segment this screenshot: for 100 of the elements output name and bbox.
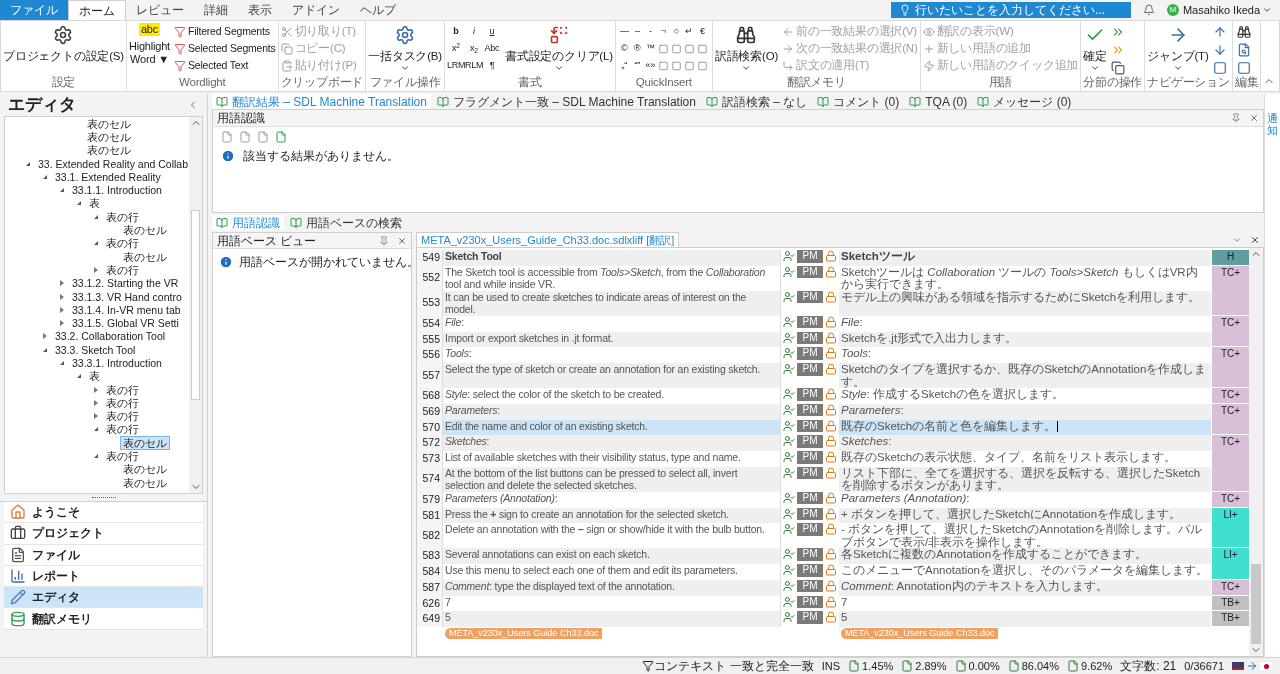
insert-symbol-button[interactable]: ™ [643, 41, 657, 56]
result-tab[interactable]: フラグメント一致 – SDL Machine Translation [432, 94, 700, 109]
menu-tab[interactable]: ファイル [0, 0, 68, 20]
target-text: リスト下部に、全てを選択する、選択を反転する、選択したSketchを削除するボタンがあります。 [841, 466, 1201, 492]
menu-tab[interactable]: アドイン [282, 0, 350, 20]
format-button[interactable]: Abc [482, 40, 501, 57]
ribbon-item[interactable]: Filtered Segments [173, 23, 276, 40]
menu-tab[interactable]: レビュー [126, 0, 194, 20]
segment-row[interactable]: 572 Sketches: PM Sketches: [417, 435, 1211, 451]
nav-item[interactable]: ファイル [4, 544, 203, 566]
tree-item[interactable]: 表 [87, 197, 102, 210]
tree-item[interactable]: 33. Extended Reality and Collab [36, 157, 189, 170]
menu-tab[interactable]: ホーム [68, 0, 126, 20]
ribbon-item[interactable]: Selected Segments [173, 40, 276, 57]
segment-row[interactable]: 574 At the bottom of the list buttons can be pressed to select all, invert selection and delete the selected sketches. PM リスト下部に、全てを選択する、選択を反転する、選択したSketchを削除するボタンがあります。 [417, 466, 1211, 492]
tree-item[interactable]: 表の行 [104, 263, 141, 276]
tree-item[interactable]: 表の行 [104, 423, 141, 436]
tree-item[interactable]: 表のセル [87, 117, 131, 130]
structure-label: H [1211, 250, 1249, 266]
result-tab[interactable]: メッセージ (0) [973, 94, 1076, 109]
file-tab[interactable]: META_v230x_Users_Guide_Ch33.doc.sdlxliff [翻訳] [416, 232, 680, 247]
insert-symbol-button[interactable]: ↵ [682, 24, 696, 39]
group-label: ナビゲーション [1147, 75, 1230, 90]
format-button[interactable]: LRM [446, 57, 465, 74]
insert-symbol-button[interactable]: ○ [669, 24, 683, 39]
tree-item[interactable]: 33.1.4. In-VR menu tab [70, 303, 183, 316]
format-button[interactable]: u [482, 23, 501, 40]
segment-row[interactable]: 557 Select the type of sketch or create an annotation for an existing sketch. PM Sketchのタイプを選択するか、既存のSketchのAnnotationを作成します。 [417, 363, 1211, 388]
segment-row[interactable]: 549 Sketch Tool PM Sketchツール [417, 250, 1211, 266]
segment-row[interactable]: 583 Several annotations can exist on each sketch. PM 各Sketchに複数のAnnotationを作成することができます。 [417, 548, 1211, 564]
ribbon-item[interactable]: Selected Text [173, 57, 276, 74]
format-button[interactable]: b [446, 23, 465, 40]
insert-symbol-button[interactable]: “” [630, 58, 644, 73]
tree-item[interactable]: 表の行 [104, 450, 141, 463]
tree-item[interactable]: 表 [87, 370, 102, 383]
insert-symbol-button[interactable]: «» [643, 58, 657, 73]
tree-item[interactable]: 33.1.5. Global VR Setti [70, 317, 181, 330]
tree-item[interactable]: 33.1.3. VR Hand contro [70, 290, 184, 303]
format-button[interactable]: x$^{2}$ [446, 40, 465, 57]
format-button[interactable]: i [464, 23, 483, 40]
tree-item[interactable]: 表の行 [104, 210, 141, 223]
tree-item[interactable]: 表のセル [121, 463, 169, 476]
insert-symbol-button[interactable]: — [617, 24, 631, 39]
project-settings-button[interactable]: プロジェクトの設定(S) [3, 23, 124, 63]
nav-item[interactable]: プロジェクト [4, 523, 203, 545]
format-button[interactable]: x$_{2}$ [464, 40, 483, 57]
tree-item[interactable]: 表の行 [104, 237, 141, 250]
confirm-button[interactable]: 確定 [1083, 23, 1107, 73]
jump-button[interactable]: ジャンプ(T) [1147, 23, 1209, 73]
tree-item[interactable]: 33.3. Sketch Tool [53, 343, 138, 356]
nav-item[interactable]: ようこそ [4, 502, 203, 524]
nav-item[interactable]: 翻訳メモリ [4, 608, 203, 630]
format-button[interactable]: RLM [464, 57, 483, 74]
user-menu[interactable]: Masahiko Ikeda [1182, 0, 1272, 20]
highlight-word-button[interactable]: abc Highlight Word ▼ [128, 23, 170, 66]
segment-row[interactable]: 553 It can be used to create sketches to indicate areas of interest on the model. PM モデル上の興味がある領域を指示するためにSketchを利用します。 [417, 290, 1211, 316]
format-button[interactable]: ¶ [482, 57, 501, 74]
match-status: PM [797, 388, 823, 401]
tree-item[interactable]: 33.1.2. Starting the VR [70, 277, 181, 290]
insert-symbol-button[interactable]: © [617, 41, 631, 56]
tree-item[interactable]: 33.2. Collaboration Tool [53, 330, 168, 343]
term-tab[interactable]: 用語ベースの検索 [286, 215, 406, 230]
term-tab[interactable]: 用語認識 [212, 215, 284, 230]
tree-item[interactable]: 表のセル [87, 144, 131, 157]
tree-item[interactable]: 33.3.1. Introduction [70, 357, 164, 369]
nav-item[interactable]: エディタ [4, 587, 203, 609]
result-tab[interactable]: TQA (0) [905, 94, 972, 109]
tree-item[interactable]: 表のセル [121, 250, 169, 263]
filter-status[interactable]: コンテキスト 一致と完全一致 [654, 657, 814, 674]
batch-tasks-button[interactable]: 一括タスク(B) [368, 23, 442, 73]
stat-value: 86.04% [1021, 658, 1059, 674]
menu-tab[interactable]: ヘルプ [350, 0, 406, 20]
insert-symbol-button[interactable]: - [643, 24, 657, 39]
tree-item[interactable]: 33.1.1. Introduction [70, 184, 164, 197]
clear-formatting-button[interactable]: 書式設定のクリア(L) [504, 23, 613, 73]
tree-item[interactable]: 表のセル [121, 476, 169, 489]
insert-symbol-button[interactable]: ® [630, 41, 644, 56]
tell-me-field[interactable]: 行いたいことを入力してください... [890, 2, 1131, 18]
result-tab[interactable]: 訳語検索 – なし [701, 94, 812, 109]
segment-row[interactable]: 649 5 PM 5 [417, 611, 1211, 627]
button-label: Highlight [128, 40, 170, 53]
tree-item[interactable]: 表のセル [121, 436, 169, 449]
match-status: PM [797, 435, 823, 448]
tree-item[interactable]: 表のセル [121, 224, 169, 236]
side-tab[interactable]: 通知 [1267, 112, 1278, 137]
menu-tab[interactable]: 詳細 [194, 0, 238, 20]
insert-symbol-button[interactable]: „“ [617, 58, 631, 73]
term-search-button[interactable]: 訳語検索(O) [714, 23, 779, 73]
result-tab[interactable]: コメント (0) [813, 94, 904, 109]
insert-symbol-button[interactable]: ¬ [656, 24, 670, 39]
result-tab[interactable]: 翻訳結果 – SDL Machine Translation [212, 94, 431, 109]
menu-tab[interactable]: 表示 [238, 0, 282, 20]
tree-item[interactable]: 表の行 [104, 383, 141, 396]
source-text: Import or export sketches in .jt format. [445, 331, 614, 344]
insert-symbol-button[interactable]: € [695, 24, 709, 39]
tree-item[interactable]: 表の行 [104, 396, 141, 409]
insert-symbol-button[interactable]: – [630, 24, 644, 39]
tree-item[interactable]: 表の行 [104, 410, 141, 423]
tree-item[interactable]: 33.1. Extended Reality [53, 170, 163, 183]
tree-item[interactable]: 表のセル [87, 130, 131, 143]
